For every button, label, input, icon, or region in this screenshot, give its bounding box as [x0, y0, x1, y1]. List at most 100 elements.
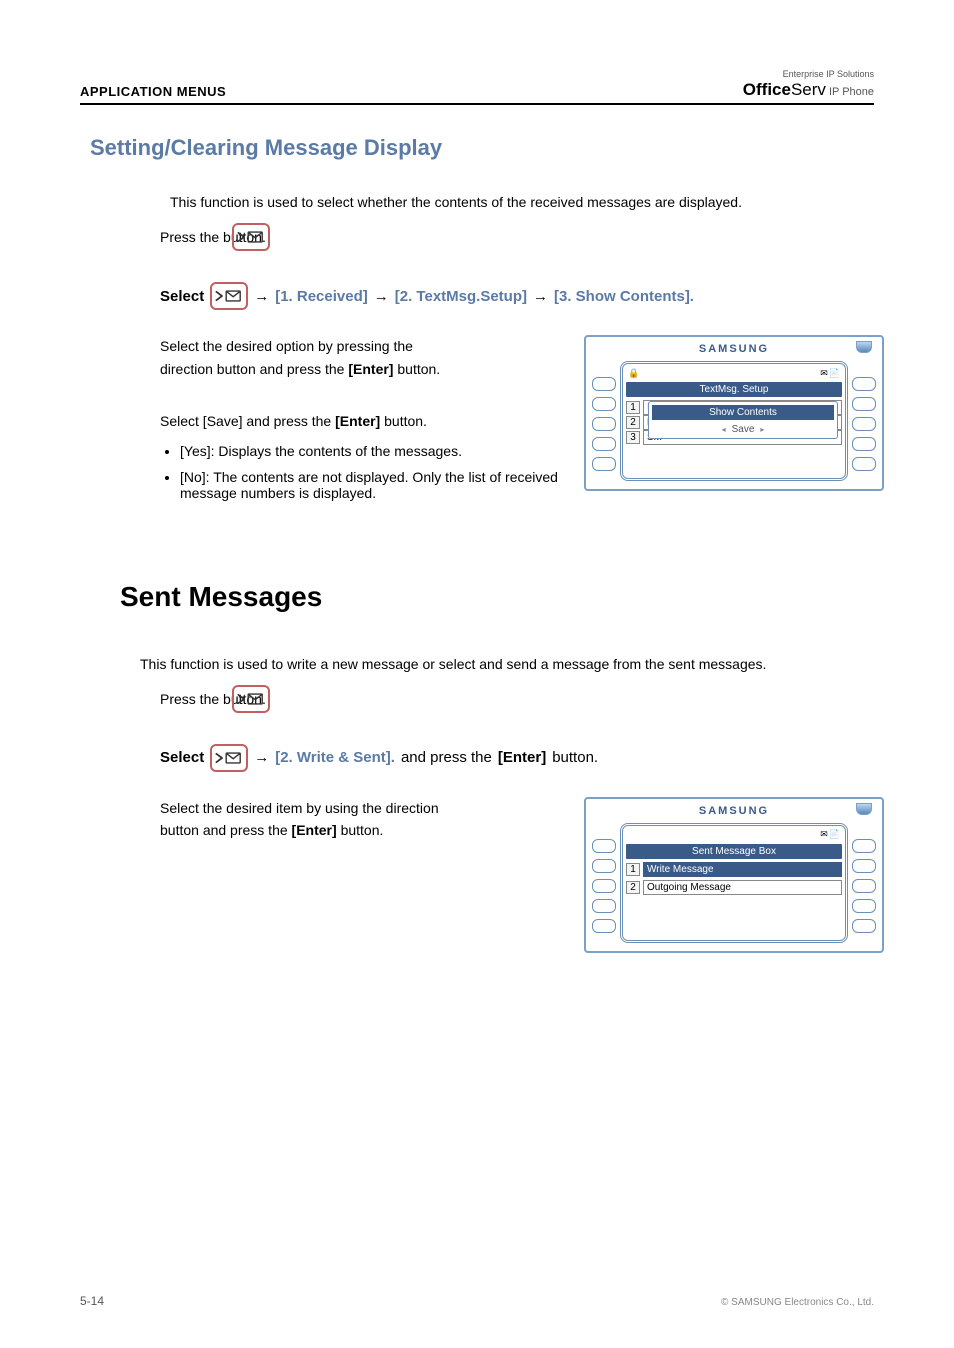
lcd-status-bar: 🔒 ✉📄: [626, 367, 842, 379]
intro-text-2: This function is used to write a new mes…: [140, 653, 874, 675]
step-2b: direction button and press the: [160, 361, 344, 377]
copyright: © SAMSUNG Electronics Co., Ltd.: [721, 1297, 874, 1308]
arrow-icon: →: [533, 288, 548, 305]
step-2a: Select the desired option by pressing th…: [160, 338, 413, 354]
led-icon: [856, 341, 872, 353]
soft-button[interactable]: [592, 919, 616, 933]
lcd-title: Sent Message Box: [626, 844, 842, 859]
message-button-icon: [210, 744, 248, 772]
sec2-step-2b: button and press the: [160, 822, 288, 838]
lcd-row-num: 3: [626, 431, 640, 444]
soft-button[interactable]: [852, 859, 876, 873]
arrow-icon: →: [374, 288, 389, 305]
page-header: APPLICATION MENUS Enterprise IP Solution…: [80, 70, 874, 105]
nav-select-prefix: Select: [160, 749, 204, 766]
step-3a: Select [Save] and press the: [160, 413, 331, 429]
lcd-screen: 🔒 ✉📄 TextMsg. Setup 1 In 2 No: [620, 361, 848, 481]
left-soft-buttons: [592, 361, 616, 481]
soft-button[interactable]: [592, 377, 616, 391]
arrow-icon: →: [254, 288, 269, 305]
lcd-row-num: 1: [626, 401, 640, 414]
step-3: Select [Save] and press the [Enter] butt…: [160, 410, 564, 432]
triangle-left-icon: ◂: [722, 425, 726, 434]
step-1: Press the button.: [160, 223, 874, 257]
section-title: Sent Messages: [120, 581, 874, 613]
soft-button[interactable]: [852, 417, 876, 431]
arrow-icon: →: [254, 749, 269, 766]
nav-step-2: [2. TextMsg.Setup]: [395, 288, 527, 305]
lcd-row-num: 1: [626, 863, 640, 876]
brand-tail: IP Phone: [829, 86, 874, 98]
soft-button[interactable]: [592, 899, 616, 913]
lcd-status-bar: ✉📄: [626, 829, 842, 841]
page-number: 5-14: [80, 1294, 104, 1308]
subsection-title: Setting/Clearing Message Display: [90, 135, 874, 161]
options-list: [Yes]: Displays the contents of the mess…: [180, 443, 564, 501]
phone-brand: SAMSUNG: [699, 343, 769, 355]
soft-button[interactable]: [852, 839, 876, 853]
lcd-row[interactable]: 2 Outgoing Message: [626, 880, 842, 895]
lcd-row-num: 2: [626, 416, 640, 429]
message-button-icon: [232, 223, 270, 251]
message-button-icon: [210, 282, 248, 310]
mail-icon: ✉: [820, 368, 828, 379]
soft-button[interactable]: [592, 859, 616, 873]
soft-button[interactable]: [592, 879, 616, 893]
led-icon: [856, 803, 872, 815]
list-icon: 📄: [829, 368, 840, 379]
enter-key: [Enter]: [335, 413, 380, 429]
enter-key: [Enter]: [292, 822, 337, 838]
lcd-row[interactable]: 1 Write Message: [626, 862, 842, 877]
brand-light: Serv: [791, 80, 826, 99]
sec2-step-2a: Select the desired item by using the dir…: [160, 800, 439, 816]
popup-save-button[interactable]: ◂ Save ▸: [652, 424, 834, 435]
soft-button[interactable]: [852, 437, 876, 451]
lcd-row-label: Outgoing Message: [643, 880, 842, 895]
option-no: [No]: The contents are not displayed. On…: [180, 469, 564, 501]
nav-step-3: [3. Show Contents].: [554, 288, 694, 305]
section-name: APPLICATION MENUS: [80, 84, 226, 99]
soft-button[interactable]: [852, 899, 876, 913]
message-button-icon: [232, 685, 270, 713]
page: APPLICATION MENUS Enterprise IP Solution…: [0, 0, 954, 1348]
phone-mock-1: SAMSUNG 🔒 ✉📄: [584, 335, 884, 491]
soft-button[interactable]: [592, 417, 616, 431]
nav-and-press: and press the: [401, 749, 492, 766]
soft-button[interactable]: [592, 457, 616, 471]
right-soft-buttons: [852, 361, 876, 481]
soft-button[interactable]: [852, 377, 876, 391]
phone-brand: SAMSUNG: [699, 805, 769, 817]
nav-step-1: [1. Received]: [275, 288, 368, 305]
enter-key: [Enter]: [348, 361, 393, 377]
soft-button[interactable]: [852, 397, 876, 411]
soft-button[interactable]: [852, 919, 876, 933]
list-icon: 📄: [829, 829, 840, 840]
lcd-title: TextMsg. Setup: [626, 382, 842, 397]
sec2-step-1: Press the button.: [160, 685, 874, 719]
nav-tail: button.: [552, 749, 598, 766]
right-soft-buttons: [852, 823, 876, 943]
mail-icon: ✉: [820, 829, 828, 840]
enter-key: [Enter]: [498, 749, 546, 766]
lcd-screen: ✉📄 Sent Message Box 1 Write Message 2 Ou…: [620, 823, 848, 943]
popup-title: Show Contents: [652, 405, 834, 420]
popup-button-label: Save: [732, 424, 755, 435]
left-soft-buttons: [592, 823, 616, 943]
soft-button[interactable]: [592, 839, 616, 853]
phone-mock-2: SAMSUNG ✉📄: [584, 797, 884, 953]
brand-block: Enterprise IP Solutions OfficeServIP Pho…: [743, 70, 874, 99]
soft-button[interactable]: [852, 457, 876, 471]
lcd-row-num: 2: [626, 881, 640, 894]
sec2-step-2c: button.: [341, 822, 384, 838]
brand-strong: Office: [743, 80, 791, 99]
nav-step-1: [2. Write & Sent].: [275, 749, 395, 766]
soft-button[interactable]: [592, 397, 616, 411]
step-2c: button.: [397, 361, 440, 377]
soft-button[interactable]: [592, 437, 616, 451]
lcd-row-label: Write Message: [643, 862, 842, 877]
option-yes: [Yes]: Displays the contents of the mess…: [180, 443, 564, 459]
soft-button[interactable]: [852, 879, 876, 893]
sec2-step-2: Select the desired item by using the dir…: [160, 797, 564, 842]
sec2-nav-path: Select → [2. Write & Sent]. and press th…: [160, 744, 874, 772]
triangle-right-icon: ▸: [760, 425, 764, 434]
